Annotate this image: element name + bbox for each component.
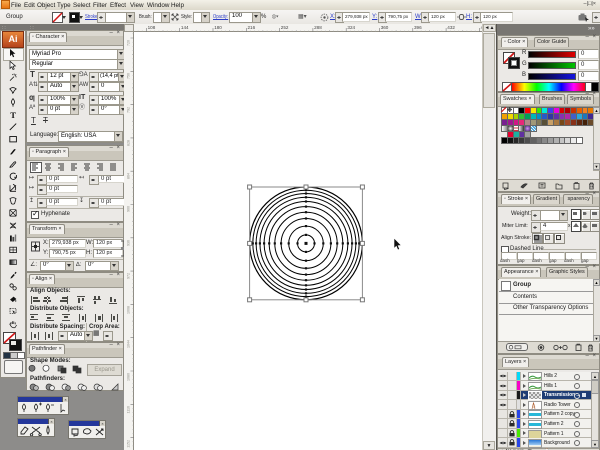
svg-text:1152: 1152	[127, 440, 131, 448]
svg-text:108: 108	[148, 25, 156, 30]
svg-text:756: 756	[127, 73, 131, 79]
svg-text:1044: 1044	[127, 340, 131, 348]
svg-text:252: 252	[281, 25, 289, 30]
svg-text:216: 216	[248, 25, 256, 30]
svg-text:396: 396	[414, 25, 422, 30]
svg-text:324: 324	[347, 25, 355, 30]
svg-text:900: 900	[127, 206, 131, 212]
svg-text:T: T	[10, 110, 16, 120]
svg-text:180: 180	[214, 25, 222, 30]
svg-text:360: 360	[381, 25, 389, 30]
svg-text:144: 144	[181, 25, 189, 30]
svg-text:1008: 1008	[127, 306, 131, 314]
svg-text:828: 828	[127, 140, 131, 146]
svg-text:792: 792	[127, 107, 131, 113]
svg-text:972: 972	[127, 273, 131, 279]
svg-text:936: 936	[127, 240, 131, 246]
svg-text:864: 864	[127, 173, 131, 179]
svg-text:432: 432	[447, 25, 455, 30]
svg-text:288: 288	[314, 25, 322, 30]
svg-text:1080: 1080	[127, 373, 131, 381]
svg-text:1116: 1116	[127, 406, 131, 413]
svg-text:720: 720	[127, 40, 131, 46]
